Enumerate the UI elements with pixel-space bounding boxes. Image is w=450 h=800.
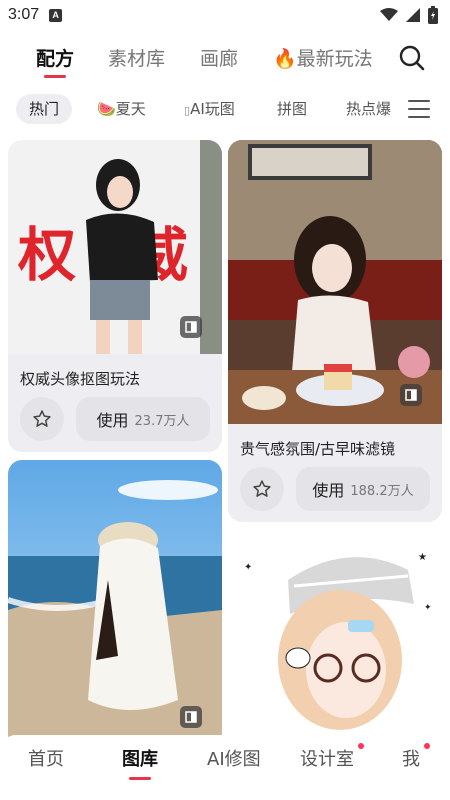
chip-trending[interactable]: 热点爆 <box>346 94 392 124</box>
active-nav-indicator <box>129 777 151 780</box>
bottom-navigation: 首页 图库 AI修图 设计室 我 <box>0 735 450 800</box>
svg-text:✦: ✦ <box>244 562 252 573</box>
card-image <box>228 140 442 424</box>
battery-icon <box>428 6 438 24</box>
menu-button[interactable] <box>408 100 430 118</box>
use-button[interactable]: 使用 23.7万人 <box>76 397 210 441</box>
star-icon <box>33 410 51 427</box>
category-chips: 热门 🍉夏天 ▯AI玩图 拼图 热点爆 <box>0 92 450 128</box>
template-badge-icon <box>180 316 202 338</box>
use-count: 23.7万人 <box>134 413 190 429</box>
card-title: 权威头像抠图玩法 <box>20 370 141 388</box>
template-badge-icon <box>400 384 422 406</box>
chip-summer-label: 夏天 <box>115 100 146 118</box>
recipe-card[interactable]: 权 威 权威头像抠图玩法 使用 23.7万人 <box>8 140 222 452</box>
chip-ai-play[interactable]: ▯AI玩图 <box>184 94 235 124</box>
wifi-icon <box>380 8 398 22</box>
card-image <box>8 460 222 738</box>
menu-icon <box>408 100 430 102</box>
card-image: 权 威 <box>8 140 222 354</box>
chip-ai-play-label: AI玩图 <box>190 100 235 118</box>
fire-icon: 🔥 <box>273 48 297 70</box>
watermelon-icon: 🍉 <box>97 100 116 118</box>
recipe-card[interactable]: ✦ ★ ✦ <box>228 530 442 738</box>
use-label: 使用 <box>96 411 129 430</box>
notification-dot <box>358 743 364 749</box>
signal-icon <box>406 8 420 22</box>
active-tab-indicator <box>44 75 66 78</box>
recipe-card[interactable]: 贵气感氛围/古早味滤镜 使用 188.2万人 <box>228 140 442 522</box>
card-image-text: 权 <box>17 221 76 289</box>
use-label: 使用 <box>312 481 345 500</box>
status-bar: 3:07 A <box>0 0 450 30</box>
tab-gallery[interactable]: 画廊 <box>200 44 238 71</box>
favorite-button[interactable] <box>20 397 64 441</box>
card-image: ✦ ★ ✦ <box>228 530 442 738</box>
svg-text:✦: ✦ <box>424 603 432 613</box>
card-title: 贵气感氛围/古早味滤镜 <box>240 440 396 458</box>
status-time: 3:07 <box>8 6 40 23</box>
tab-material-library[interactable]: 素材库 <box>108 44 165 71</box>
chip-hot[interactable]: 热门 <box>16 94 73 124</box>
top-tab-bar: 配方 素材库 画廊 🔥最新玩法 <box>0 38 450 82</box>
search-button[interactable] <box>398 44 426 72</box>
search-icon <box>399 45 425 71</box>
nav-me[interactable]: 我 <box>402 745 420 771</box>
svg-text:★: ★ <box>418 552 427 563</box>
nav-design-studio[interactable]: 设计室 <box>300 745 354 771</box>
notification-dot <box>424 743 430 749</box>
recipe-feed: 权 威 权威头像抠图玩法 使用 23.7万人 贵气感氛围/古早味滤镜 使用 18… <box>0 138 450 738</box>
favorite-button[interactable] <box>240 467 284 511</box>
tab-latest-label: 最新玩法 <box>296 48 373 70</box>
use-count: 188.2万人 <box>350 483 414 499</box>
nav-library[interactable]: 图库 <box>122 745 158 771</box>
tab-latest[interactable]: 🔥最新玩法 <box>273 44 373 71</box>
star-icon <box>253 480 271 497</box>
chip-summer[interactable]: 🍉夏天 <box>97 94 146 124</box>
template-badge-icon <box>180 706 202 728</box>
nav-home[interactable]: 首页 <box>28 745 64 771</box>
tab-recipe[interactable]: 配方 <box>36 44 74 71</box>
recipe-card[interactable] <box>8 460 222 738</box>
nav-ai-retouch[interactable]: AI修图 <box>207 745 261 771</box>
use-button[interactable]: 使用 188.2万人 <box>296 467 430 511</box>
notification-a-icon: A <box>49 8 63 22</box>
chip-collage[interactable]: 拼图 <box>277 94 307 124</box>
